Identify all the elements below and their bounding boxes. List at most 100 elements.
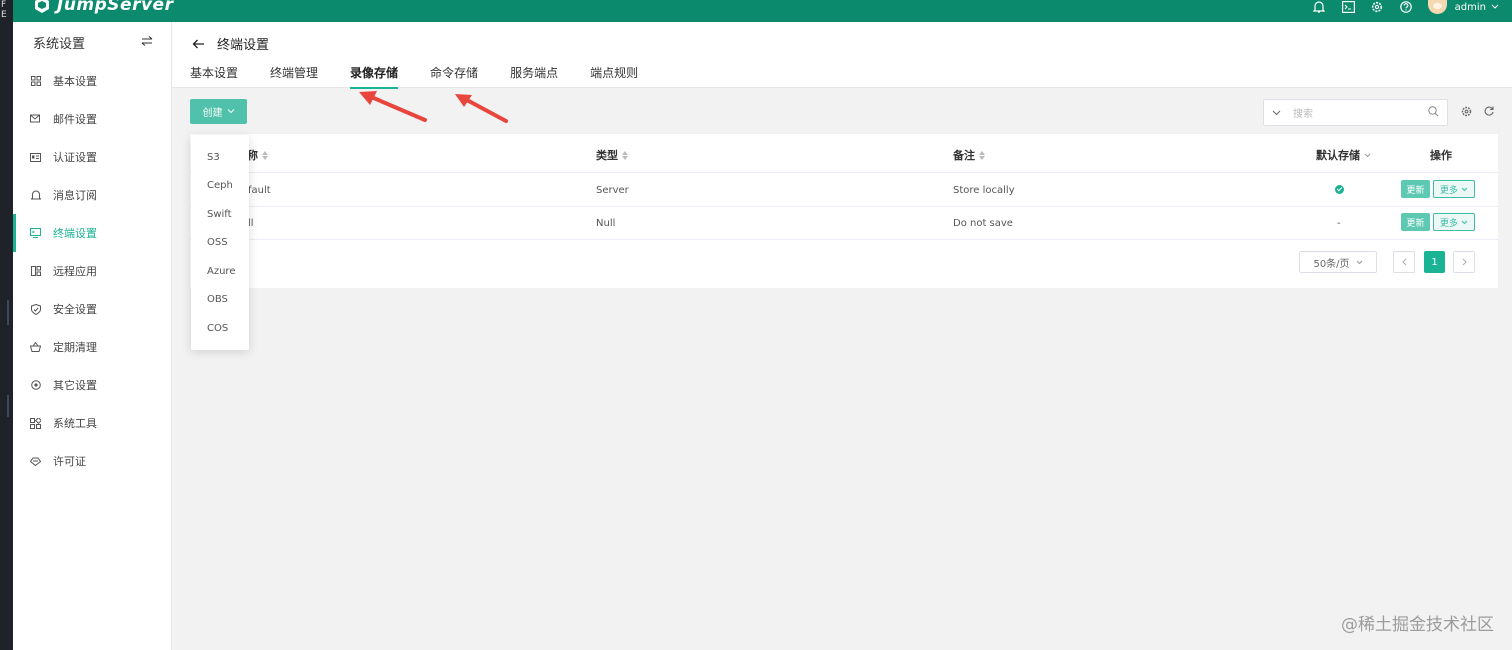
terminal-icon[interactable]: [1341, 0, 1356, 14]
back-arrow-icon[interactable]: [192, 39, 205, 49]
page-size-select[interactable]: 50条/页: [1299, 251, 1377, 273]
tab-command-storage[interactable]: 命令存储: [430, 64, 478, 88]
refresh-icon[interactable]: [1484, 106, 1494, 116]
chevron-down-icon: [1461, 187, 1468, 191]
help-icon[interactable]: [1399, 0, 1414, 14]
sidebar-item-label: 安全设置: [53, 303, 97, 316]
tab-terminal-management[interactable]: 终端管理: [270, 64, 318, 88]
tab-endpoints[interactable]: 服务端点: [510, 64, 558, 88]
current-page[interactable]: 1: [1424, 251, 1445, 273]
create-label: 创建: [202, 108, 223, 119]
sidebar-item-other[interactable]: 其它设置: [13, 366, 171, 404]
chevron-down-icon: [1461, 220, 1468, 224]
cell-name: fault: [248, 185, 271, 196]
sidebar-item-remote-apps[interactable]: 远程应用: [13, 252, 171, 290]
sidebar-item-label: 其它设置: [53, 379, 97, 392]
dropdown-item-swift[interactable]: Swift: [191, 200, 249, 229]
tab-basic[interactable]: 基本设置: [190, 64, 238, 88]
tab-replay-storage[interactable]: 录像存储: [350, 64, 399, 89]
top-bar: JumpServer admin: [13, 0, 1512, 22]
username[interactable]: admin: [1455, 2, 1486, 13]
column-name[interactable]: 称: [247, 147, 268, 163]
sidebar-item-mail[interactable]: 邮件设置: [13, 100, 171, 138]
page-size-label: 50条/页: [1313, 258, 1350, 270]
avatar[interactable]: [1427, 0, 1447, 14]
dropdown-item-obs[interactable]: OBS: [191, 286, 249, 315]
cell-default: -: [1337, 218, 1341, 229]
sidebar-item-basic[interactable]: 基本设置: [13, 62, 171, 100]
update-button[interactable]: 更新: [1401, 180, 1430, 198]
sidebar-item-label: 定期清理: [53, 341, 97, 354]
more-button[interactable]: 更多: [1433, 213, 1475, 231]
license-icon: [29, 455, 42, 468]
sidebar-item-cleanup[interactable]: 定期清理: [13, 328, 171, 366]
chevron-down-icon[interactable]: [1490, 0, 1500, 14]
dropdown-item-ceph[interactable]: Ceph: [191, 172, 249, 201]
main-header: 终端设置 基本设置 终端管理 录像存储 命令存储 服务端点 端点规则: [172, 22, 1512, 89]
update-button[interactable]: 更新: [1401, 213, 1430, 231]
column-default[interactable]: 默认存储: [1316, 147, 1371, 163]
column-actions-label: 操作: [1430, 149, 1452, 162]
page-title: 终端设置: [217, 38, 270, 53]
table-row[interactable]: ll Null Do not save - 更新 更多: [190, 207, 1498, 240]
sidebar-item-security[interactable]: 安全设置: [13, 290, 171, 328]
sidebar-item-label: 消息订阅: [53, 189, 97, 202]
tools-icon: [29, 417, 42, 430]
mail-icon: [29, 113, 42, 126]
sidebar-title: 系统设置: [33, 36, 86, 52]
sidebar-item-label: 许可证: [53, 455, 86, 468]
cell-type: Null: [596, 218, 616, 229]
strip-mark: [7, 395, 9, 417]
swap-icon[interactable]: [141, 35, 153, 50]
dropdown-item-oss[interactable]: OSS: [191, 229, 249, 258]
chevron-down-icon[interactable]: [1364, 153, 1371, 158]
sidebar-item-license[interactable]: 许可证: [13, 442, 171, 480]
bell-icon: [29, 189, 42, 202]
sidebar-item-label: 终端设置: [53, 227, 97, 240]
dropdown-item-s3[interactable]: S3: [191, 143, 249, 172]
strip-text: F E: [1, 0, 7, 20]
table-row[interactable]: fault Server Store locally 更新 更多: [190, 174, 1498, 207]
sidebar-item-terminal[interactable]: 终端设置: [13, 214, 171, 252]
sort-icon[interactable]: [262, 150, 268, 160]
sort-icon[interactable]: [979, 150, 985, 160]
column-default-label: 默认存储: [1316, 149, 1360, 162]
sidebar-item-tools[interactable]: 系统工具: [13, 404, 171, 442]
chevron-down-icon[interactable]: [1272, 110, 1281, 116]
table-header: 称 类型 备注 默认存储 操作: [190, 135, 1498, 173]
sidebar-item-auth[interactable]: 认证设置: [13, 138, 171, 176]
sidebar-item-message[interactable]: 消息订阅: [13, 176, 171, 214]
dropdown-item-azure[interactable]: Azure: [191, 257, 249, 286]
prev-page-button[interactable]: [1393, 251, 1415, 273]
more-button[interactable]: 更多: [1433, 180, 1475, 198]
bell-icon[interactable]: [1312, 0, 1327, 14]
more-label: 更多: [1439, 218, 1458, 229]
settings-icon[interactable]: [1461, 106, 1472, 117]
sidebar: 系统设置 基本设置 邮件设置 认证设置 消息订阅 终端设置 远程应用 安全设置 …: [13, 22, 172, 650]
column-type-label: 类型: [596, 149, 618, 162]
tab-endpoint-rules[interactable]: 端点规则: [590, 64, 638, 88]
watermark: @稀土掘金技术社区: [1341, 615, 1494, 635]
dropdown-item-cos[interactable]: COS: [191, 314, 249, 343]
left-window-strip: F E: [0, 0, 13, 650]
sidebar-item-label: 基本设置: [53, 75, 97, 88]
column-comment[interactable]: 备注: [953, 147, 985, 163]
chevron-left-icon: [1401, 258, 1406, 266]
column-type[interactable]: 类型: [596, 147, 628, 163]
annotation-arrow: [455, 94, 508, 123]
create-button[interactable]: 创建: [190, 99, 247, 124]
next-page-button[interactable]: [1453, 251, 1475, 273]
gear-icon[interactable]: [1370, 0, 1385, 14]
search-icon[interactable]: [1428, 105, 1439, 120]
strip-mark: [7, 300, 9, 325]
sidebar-item-label: 认证设置: [53, 151, 97, 164]
sort-icon[interactable]: [622, 150, 628, 160]
cell-type: Server: [596, 185, 629, 196]
search-input[interactable]: 搜索: [1263, 99, 1448, 126]
annotation-arrow: [359, 91, 427, 122]
check-circle-icon: [1335, 185, 1344, 194]
app-logo[interactable]: JumpServer: [33, 0, 173, 16]
logo-text: JumpServer: [57, 0, 174, 15]
grid-icon: [29, 75, 42, 88]
basket-icon: [29, 341, 42, 354]
